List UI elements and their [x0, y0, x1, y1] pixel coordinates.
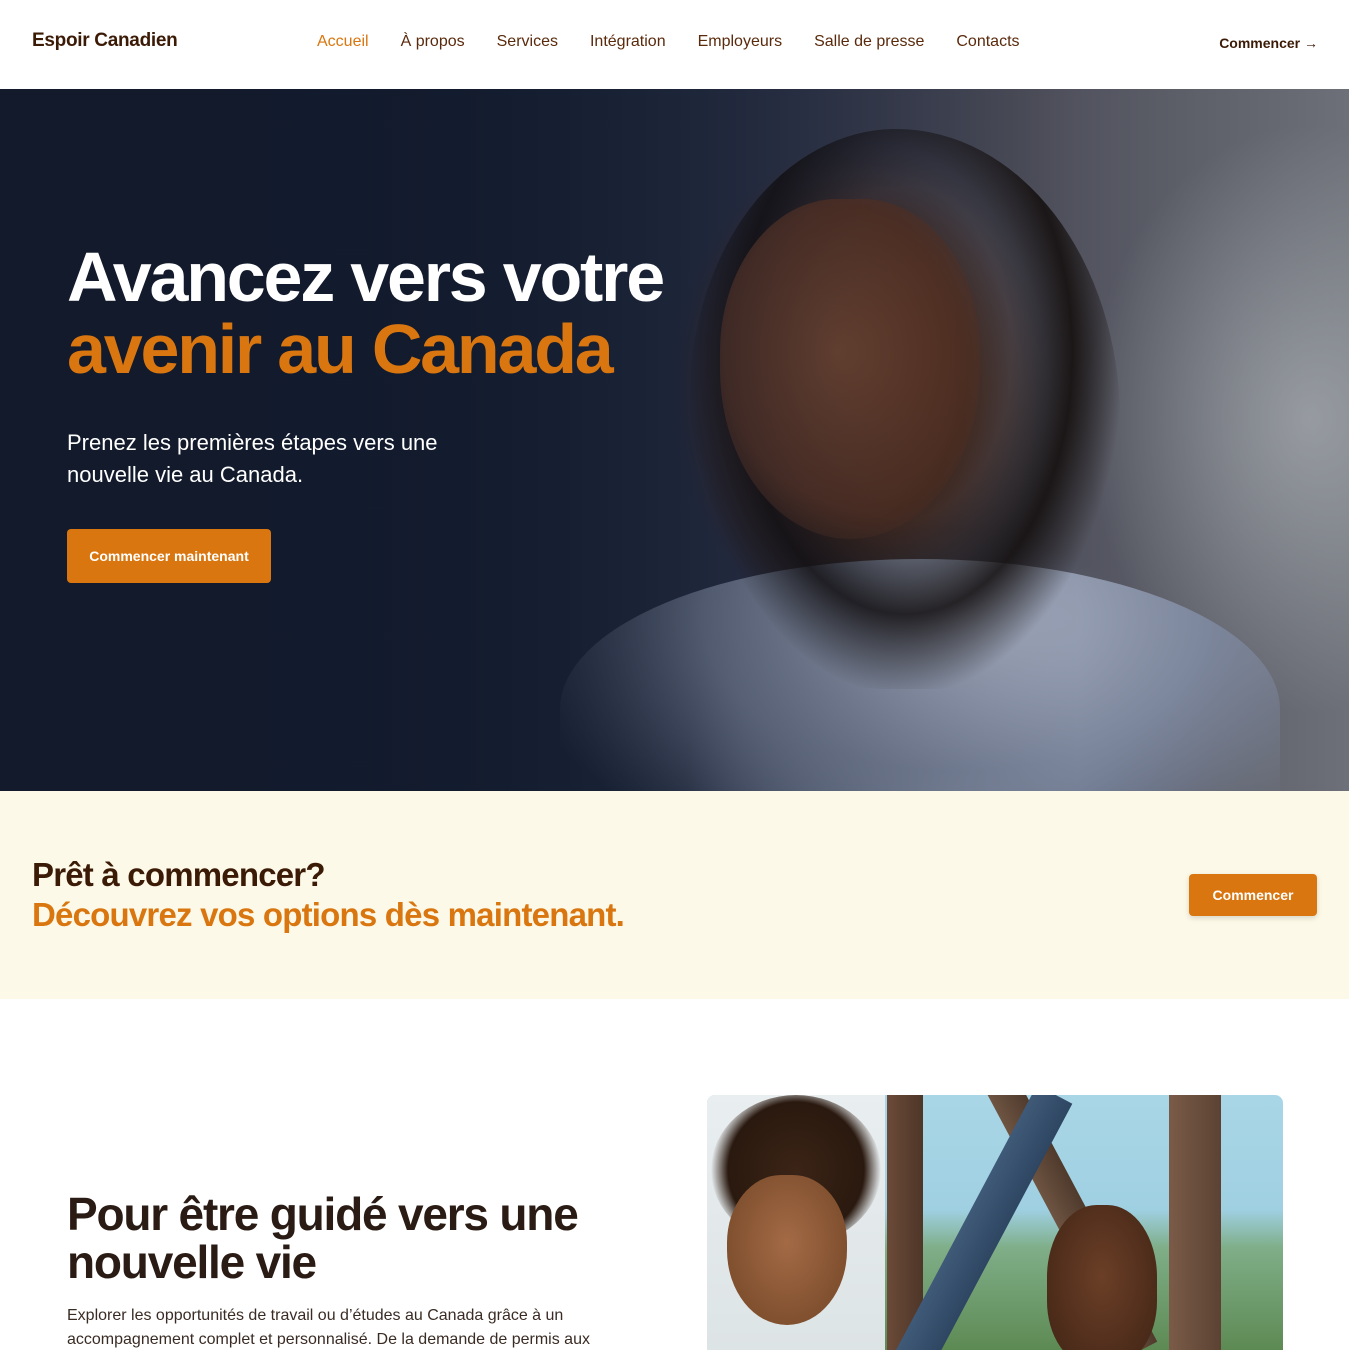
- hero-subtitle: Prenez les premières étapes vers une nou…: [67, 430, 438, 487]
- ready-heading: Prêt à commencer?: [32, 856, 326, 893]
- nav-item-contacts[interactable]: Contacts: [956, 33, 1019, 51]
- photo-man-face: [1047, 1205, 1157, 1350]
- guide-text: Explorer les opportunités de travail ou …: [67, 1307, 590, 1348]
- couple-photo: [707, 1095, 1283, 1350]
- nav-item-employeurs[interactable]: Employeurs: [698, 33, 782, 51]
- site-logo[interactable]: Espoir Canadien: [32, 30, 178, 52]
- ready-subheading: Découvrez vos options dès maintenant.: [32, 896, 625, 933]
- start-now-button[interactable]: Commencer maintenant: [67, 529, 271, 583]
- hero-title-line2: avenir au Canada: [67, 310, 614, 388]
- hero-section: Avancez vers votre avenir au Canada Pren…: [0, 89, 1349, 791]
- hero-title-line1: Avancez vers votre: [67, 238, 665, 316]
- photo-woman-face: [727, 1175, 847, 1325]
- main-nav: Accueil À propos Services Intégration Em…: [317, 33, 1052, 51]
- guide-title: Pour être guidé vers une nouvelle vie: [67, 1188, 579, 1288]
- ready-start-button[interactable]: Commencer: [1189, 874, 1317, 916]
- nav-item-services[interactable]: Services: [497, 33, 558, 51]
- nav-item-integration[interactable]: Intégration: [590, 33, 666, 51]
- hero-title: Avancez vers votre avenir au Canada: [67, 238, 665, 388]
- header-start-link[interactable]: Commencer →: [1219, 35, 1318, 51]
- site-header: Espoir Canadien Accueil À propos Service…: [0, 0, 1349, 89]
- nav-item-salle-de-presse[interactable]: Salle de presse: [814, 33, 924, 51]
- ready-banner: Prêt à commencer? Découvrez vos options …: [0, 791, 1349, 999]
- nav-item-a-propos[interactable]: À propos: [401, 33, 465, 51]
- nav-item-accueil[interactable]: Accueil: [317, 33, 369, 51]
- photo-wood-beam: [1169, 1095, 1221, 1350]
